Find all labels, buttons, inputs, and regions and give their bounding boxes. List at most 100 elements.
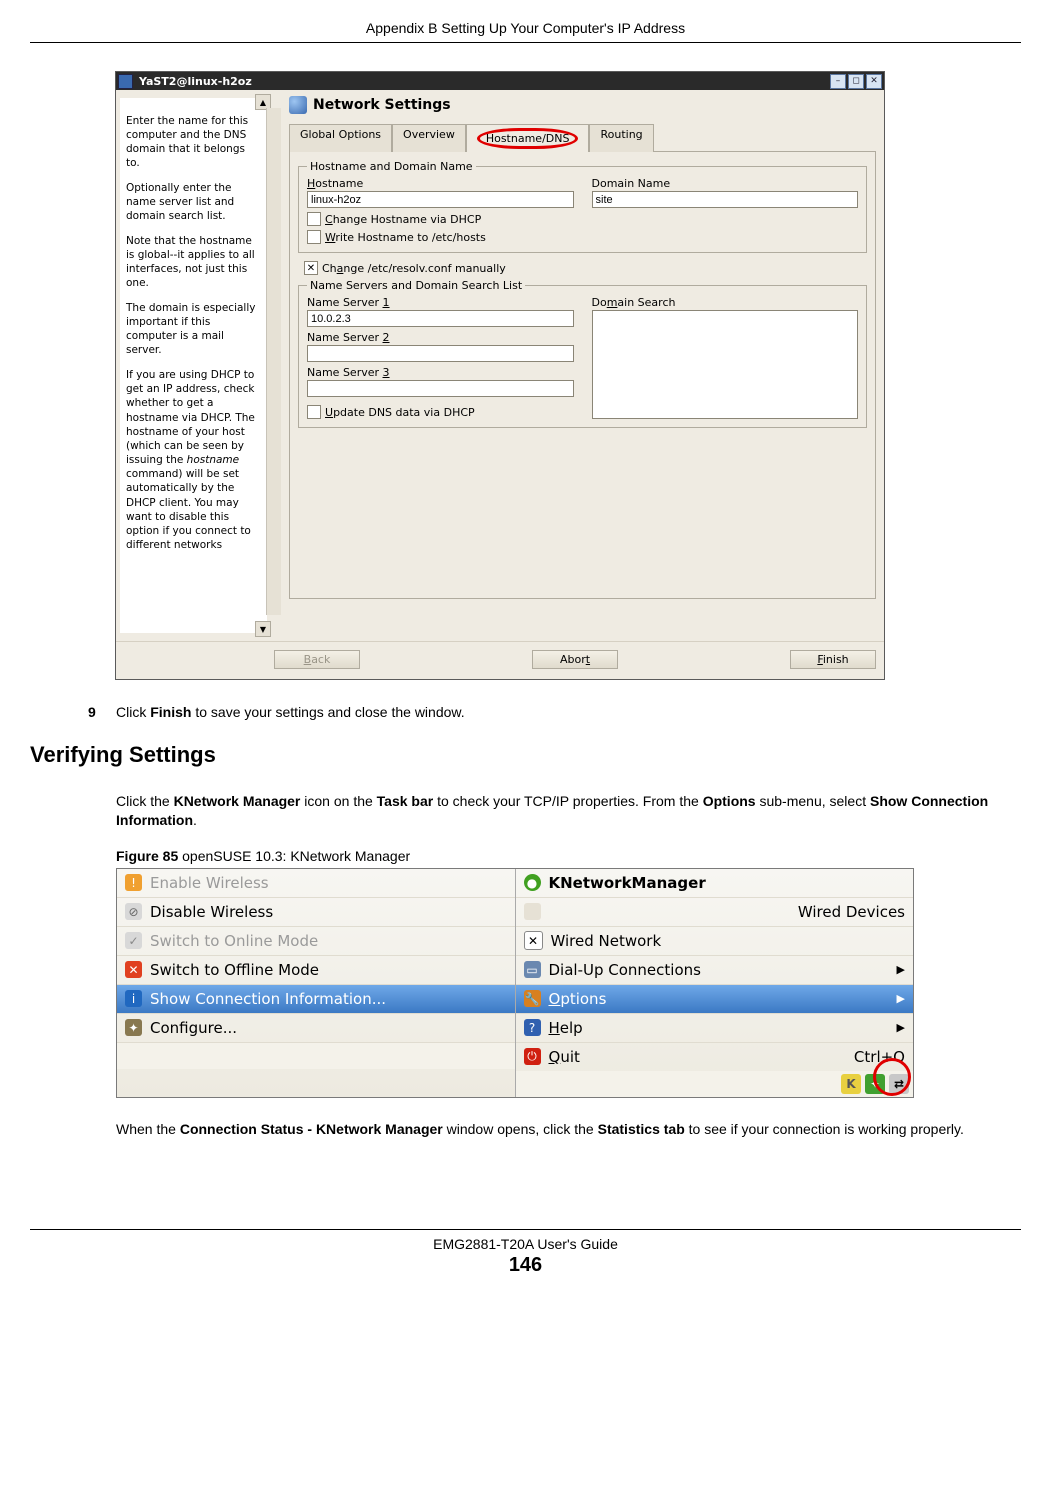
menu-configure-label: Configure... [150,1019,237,1037]
options-icon: 🔧 [524,990,541,1007]
checkbox-change-hostname-dhcp[interactable] [307,212,321,226]
hostname-label: Hostname [307,177,574,190]
checkbox-update-dns-dhcp-label: Update DNS data via DHCP [325,406,475,419]
ns1-label: Name Server 1 [307,296,574,309]
menu-dialup[interactable]: ▭ Dial-Up Connections ▶ [516,956,914,985]
tab-overview[interactable]: Overview [392,124,466,152]
p1-f: . [193,812,197,828]
group-hostname-legend: Hostname and Domain Name [307,160,476,173]
gear-icon: ✦ [125,1019,142,1036]
quit-icon: ⏻ [524,1048,541,1065]
tab-global-options[interactable]: Global Options [289,124,392,152]
checkbox-write-etc-hosts[interactable] [307,230,321,244]
abort-button[interactable]: Abort [532,650,618,669]
ns3-input[interactable] [307,380,574,397]
titlebar-shade-icon[interactable] [817,75,830,88]
menu-switch-online: ✓ Switch to Online Mode [117,927,515,956]
p1-e: sub-menu, select [756,793,870,809]
checkbox-change-resolv-label: Change /etc/resolv.conf manually [322,262,506,275]
p2-a: When the [116,1121,180,1137]
menu-header-knetworkmanager: ●KNetworkManager [516,869,914,898]
menu-dialup-label: Dial-Up Connections [549,961,701,979]
submenu-arrow-icon-2: ▶ [897,992,905,1005]
minimize-button[interactable]: – [830,74,846,89]
help-p4: The domain is especially important if th… [126,301,261,358]
submenu-arrow-icon: ▶ [897,963,905,976]
checkbox-change-hostname-dhcp-label: Change Hostname via DHCP [325,213,481,226]
menu-header-label: KNetworkManager [549,874,706,892]
menu-wired-network[interactable]: ✕Wired Network [516,927,914,956]
step-9-post: to save your settings and close the wind… [191,704,464,720]
p1-b3: Options [703,793,756,809]
app-icon [118,74,133,89]
menu-switch-offline-label: Switch to Offline Mode [150,961,319,979]
help-p5: If you are using DHCP to get an IP addre… [126,368,261,552]
ns2-label: Name Server 2 [307,331,574,344]
menu-help[interactable]: ?Help▶ [516,1014,914,1043]
window-title: YaST2@linux-h2oz [139,75,811,88]
close-button[interactable]: ✕ [866,74,882,89]
blank-icon [524,903,541,920]
help-p3: Note that the hostname is global--it app… [126,234,261,291]
domain-search-label: Domain Search [592,296,859,309]
checkbox-update-dns-dhcp[interactable] [307,405,321,419]
figure-85-label: Figure 85 [116,848,178,864]
menu-enable-wireless-label: Enable Wireless [150,874,269,892]
menu-wired-devices-label: Wired Devices [798,903,905,921]
group-hostname-domain: Hostname and Domain Name Hostname Domain… [298,160,867,253]
info-icon: i [125,990,142,1007]
help-p1: Enter the name for this computer and the… [126,114,261,171]
figure-knetworkmanager: !Enable Wireless ⊘Disable Wireless ✓ Swit… [116,868,914,1098]
page-header: Appendix B Setting Up Your Computer's IP… [30,20,1021,43]
step-9-text: Click Finish to save your settings and c… [116,704,465,720]
tab-hostname-callout: Hostname/DNS [477,128,579,149]
hostname-input[interactable] [307,191,574,208]
menu-enable-wireless: !Enable Wireless [117,869,515,898]
submenu-arrow-icon-3: ▶ [897,1021,905,1034]
p1-c: icon on the [300,793,376,809]
system-tray: K ✦ ⇄ [516,1071,914,1097]
step-9-bold: Finish [150,704,191,720]
p2-c: to see if your connection is working pro… [685,1121,964,1137]
checkbox-change-resolv[interactable]: ✕ [304,261,318,275]
domain-search-listbox[interactable] [592,310,859,419]
checkbox-write-etc-hosts-label: Write Hostname to /etc/hosts [325,231,486,244]
help-p5a: If you are using DHCP to get an IP addre… [126,369,255,466]
figure-85-text: openSUSE 10.3: KNetwork Manager [178,848,410,864]
menu-show-connection-info[interactable]: iShow Connection Information... [117,985,515,1014]
help-text-pane: Enter the name for this computer and the… [120,98,267,633]
group-name-servers-legend: Name Servers and Domain Search List [307,279,525,292]
help-p2: Optionally enter the name server list an… [126,181,261,224]
p1-d: to check your TCP/IP properties. From th… [433,793,702,809]
back-button: Back [274,650,360,669]
scroll-down-icon[interactable]: ▼ [255,621,271,637]
ns1-input[interactable] [307,310,574,327]
menu-switch-online-label: Switch to Online Mode [150,932,318,950]
domain-name-label: Domain Name [592,177,859,190]
online-mode-icon: ✓ [125,932,142,949]
finish-button[interactable]: Finish [790,650,876,669]
network-settings-icon [289,96,307,114]
tab-hostname-dns[interactable]: Hostname/DNS [466,124,590,152]
dialup-icon: ▭ [524,961,541,978]
menu-quit[interactable]: ⏻QuitCtrl+Q [516,1043,914,1071]
menu-options[interactable]: 🔧Options▶ [516,985,914,1014]
tab-routing[interactable]: Routing [589,124,653,152]
paragraph-verify-1: Click the KNetwork Manager icon on the T… [116,792,1021,830]
paragraph-verify-2: When the Connection Status - KNetwork Ma… [116,1120,1021,1139]
section-title-text: Network Settings [313,97,451,113]
menu-help-label: Help [549,1019,583,1037]
p1-a: Click the [116,793,174,809]
p2-b1: Connection Status - KNetwork Manager [180,1121,443,1137]
p1-b2: Task bar [377,793,434,809]
maximize-button[interactable]: ◻ [848,74,864,89]
ns2-input[interactable] [307,345,574,362]
section-heading: Network Settings [289,96,876,114]
wired-network-icon: ✕ [524,931,543,950]
menu-switch-offline[interactable]: ✕Switch to Offline Mode [117,956,515,985]
help-p5b: hostname [187,454,239,466]
menu-configure[interactable]: ✦ Configure... [117,1014,515,1043]
domain-name-input[interactable] [592,191,859,208]
tray-k-icon[interactable]: K [841,1074,861,1094]
menu-disable-wireless[interactable]: ⊘Disable Wireless [117,898,515,927]
